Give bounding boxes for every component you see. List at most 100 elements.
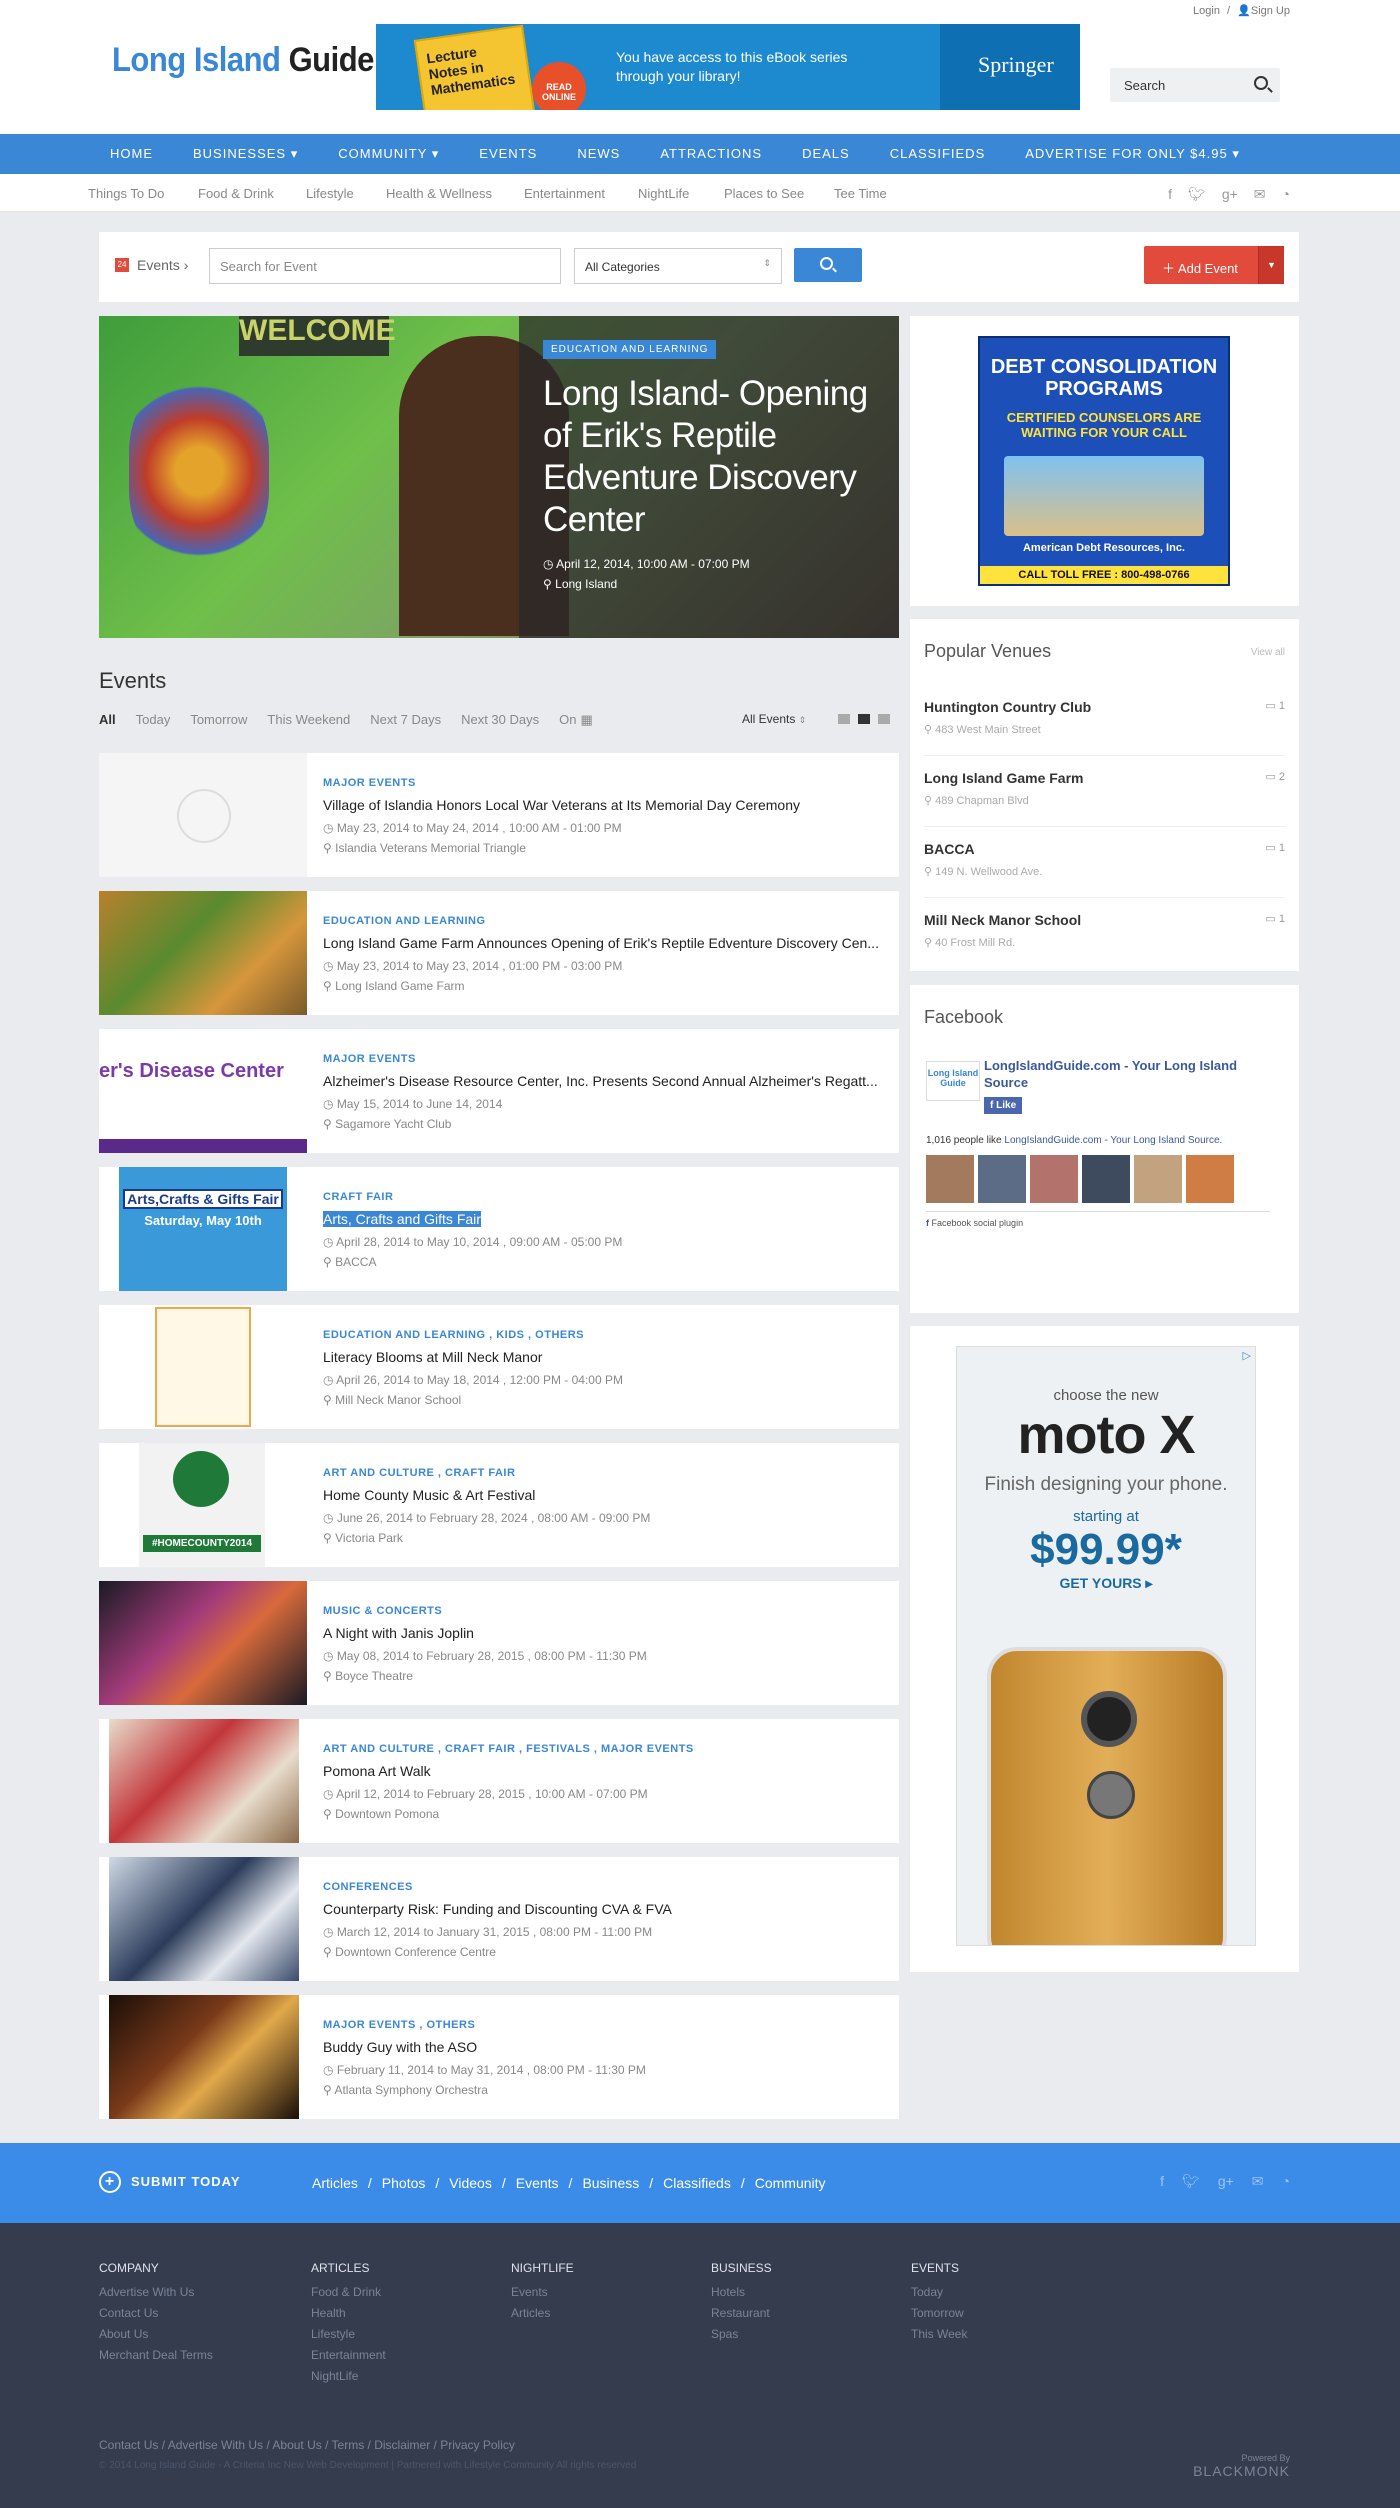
footer-bar-link[interactable]: Community [755,2175,826,2191]
all-events-dropdown[interactable]: All Events ⇕ [742,712,806,726]
twitter-icon[interactable]: 🐦︎ [1182,2173,1200,2190]
footer-bar-link[interactable]: Articles [312,2175,358,2191]
nav-item[interactable]: HOME [90,134,173,174]
adchoices-icon[interactable]: ▷ [1243,1349,1251,1362]
subnav-item[interactable]: Health & Wellness [386,186,492,201]
filter-today[interactable]: Today [136,712,171,728]
footer-link[interactable]: Events [511,2285,574,2299]
blackmonk-credit[interactable]: Powered By BLACKMONK [1193,2453,1290,2479]
facebook-icon[interactable]: f [1168,186,1172,203]
event-card[interactable]: ART AND CULTURE , CRAFT FAIR , FESTIVALS… [99,1719,899,1843]
event-card[interactable]: MAJOR EVENTS , OTHERS Buddy Guy with the … [99,1995,899,2119]
signup-link[interactable]: Sign Up [1251,5,1290,17]
event-thumbnail[interactable] [109,1995,299,2119]
site-logo[interactable]: Long Island Guide [112,40,374,80]
event-card[interactable]: er's Disease Center MAJOR EVENTS Alzheimer… [99,1029,899,1153]
footer-link[interactable]: Hotels [711,2285,772,2299]
nav-item[interactable]: DEALS [782,134,870,174]
google-plus-icon[interactable]: g+ [1218,2173,1234,2190]
event-location-text[interactable]: Downtown Conference Centre [335,1945,496,1959]
footer-link[interactable]: Contact Us [99,2306,213,2320]
featured-event-title[interactable]: Long Island- Opening of Erik's Reptile E… [543,373,875,541]
event-title[interactable]: Long Island Game Farm Announces Opening … [323,935,885,951]
event-categories[interactable]: EDUCATION AND LEARNING , KIDS , OTHERS [323,1329,885,1341]
footer-bottom-links[interactable]: Contact Us / Advertise With Us / About U… [99,2438,515,2452]
mail-icon[interactable]: ✉ [1254,186,1266,203]
calendar-icon[interactable]: ▦ [580,712,592,728]
subnav-item[interactable]: Places to See [724,186,804,201]
event-location-text[interactable]: Sagamore Yacht Club [335,1117,451,1131]
event-card[interactable]: MAJOR EVENTS Village of Islandia Honors L… [99,753,899,877]
avatar[interactable] [926,1155,974,1203]
venue-name[interactable]: Long Island Game Farm [924,770,1285,786]
submit-today-button[interactable]: + SUBMIT TODAY [99,2171,241,2193]
facebook-icon[interactable]: f [1160,2173,1164,2190]
footer-link[interactable]: Lifestyle [311,2327,386,2341]
search-button[interactable] [794,248,862,282]
footer-link[interactable]: Food & Drink [311,2285,386,2299]
venue-item[interactable]: Huntington Country Club ⚲ 483 West Main S… [924,685,1285,756]
event-categories[interactable]: MAJOR EVENTS [323,777,885,789]
event-categories[interactable]: CONFERENCES [323,1881,885,1893]
event-location-text[interactable]: BACCA [335,1255,376,1269]
facebook-page-logo[interactable]: Long Island Guide [926,1061,980,1101]
filter-this-weekend[interactable]: This Weekend [267,712,350,728]
event-location-text[interactable]: Downtown Pomona [335,1807,439,1821]
event-categories[interactable]: CRAFT FAIR [323,1191,885,1203]
moto-x-ad[interactable]: ▷ choose the new moto X Finish designing… [956,1346,1256,1946]
event-card[interactable]: EDUCATION AND LEARNING Long Island Game F… [99,891,899,1015]
venue-name[interactable]: Huntington Country Club [924,699,1285,715]
subnav-item[interactable]: Things To Do [88,186,164,201]
footer-link[interactable]: Tomorrow [911,2306,967,2320]
footer-link[interactable]: Articles [511,2306,574,2320]
category-select[interactable]: All Categories ⇕ [574,248,782,284]
nav-item[interactable]: BUSINESSES ▾ [173,134,318,174]
event-thumbnail[interactable] [99,1581,307,1705]
venue-item[interactable]: Long Island Game Farm ⚲ 489 Chapman Blvd ▭… [924,756,1285,827]
subnav-item[interactable]: Tee Time [834,186,887,201]
rss-icon[interactable]: ◔ [1282,2173,1290,2190]
footer-link[interactable]: This Week [911,2327,967,2341]
springer-banner-ad[interactable]: Lecture Notes in Mathematics READ ONLINE… [376,24,1080,110]
event-title[interactable]: Counterparty Risk: Funding and Discounti… [323,1901,885,1917]
event-location-text[interactable]: Boyce Theatre [335,1669,413,1683]
breadcrumb-events[interactable]: Events › [137,257,188,273]
featured-event-category[interactable]: EDUCATION AND LEARNING [543,340,717,359]
event-card[interactable]: #HOMECOUNTY2014 ART AND CULTURE , CRAFT F… [99,1443,899,1567]
footer-link[interactable]: Advertise With Us [99,2285,213,2299]
mail-icon[interactable]: ✉ [1252,2173,1264,2190]
event-location-text[interactable]: Long Island Game Farm [335,979,464,993]
footer-bar-link[interactable]: Business [582,2175,639,2191]
header-search[interactable]: Search [1110,68,1280,102]
subnav-item[interactable]: NightLife [638,186,689,201]
avatar[interactable] [1082,1155,1130,1203]
event-thumbnail[interactable] [109,1719,299,1843]
search-icon[interactable] [1254,76,1268,90]
event-title[interactable]: A Night with Janis Joplin [323,1625,885,1641]
filter-all[interactable]: All [99,712,116,728]
footer-link[interactable]: Today [911,2285,967,2299]
nav-item[interactable]: EVENTS [459,134,557,174]
footer-bar-link[interactable]: Videos [449,2175,492,2191]
footer-link[interactable]: NightLife [311,2369,386,2383]
event-thumbnail[interactable] [109,1857,299,1981]
filter-on[interactable]: On [559,712,576,728]
add-event-button[interactable]: ＋ Add Event ▼ [1144,246,1284,284]
login-link[interactable]: Login [1193,5,1220,17]
event-location-text[interactable]: Mill Neck Manor School [335,1393,461,1407]
event-thumbnail[interactable] [153,1305,253,1429]
footer-bar-link[interactable]: Photos [382,2175,426,2191]
subnav-item[interactable]: Entertainment [524,186,605,201]
debt-consolidation-ad[interactable]: DEBT CONSOLIDATION PROGRAMS CERTIFIED CO… [910,316,1299,606]
view-all-venues-link[interactable]: View all [1251,647,1285,658]
event-categories[interactable]: MAJOR EVENTS , OTHERS [323,2019,885,2031]
facebook-like-button[interactable]: f Like [984,1097,1023,1114]
venue-item[interactable]: BACCA ⚲ 149 N. Wellwood Ave. ▭ 1 [924,827,1285,898]
event-thumbnail[interactable]: #HOMECOUNTY2014 [139,1443,265,1567]
event-categories[interactable]: MUSIC & CONCERTS [323,1605,885,1617]
event-card[interactable]: Arts,Crafts & Gifts Fair Saturday, May 10… [99,1167,899,1291]
event-title[interactable]: Alzheimer's Disease Resource Center, Inc… [323,1073,885,1089]
event-thumbnail[interactable] [99,891,307,1015]
facebook-page-name[interactable]: LongIslandGuide.com - Your Long Island S… [984,1057,1284,1091]
nav-item[interactable]: CLASSIFIEDS [870,134,1006,174]
